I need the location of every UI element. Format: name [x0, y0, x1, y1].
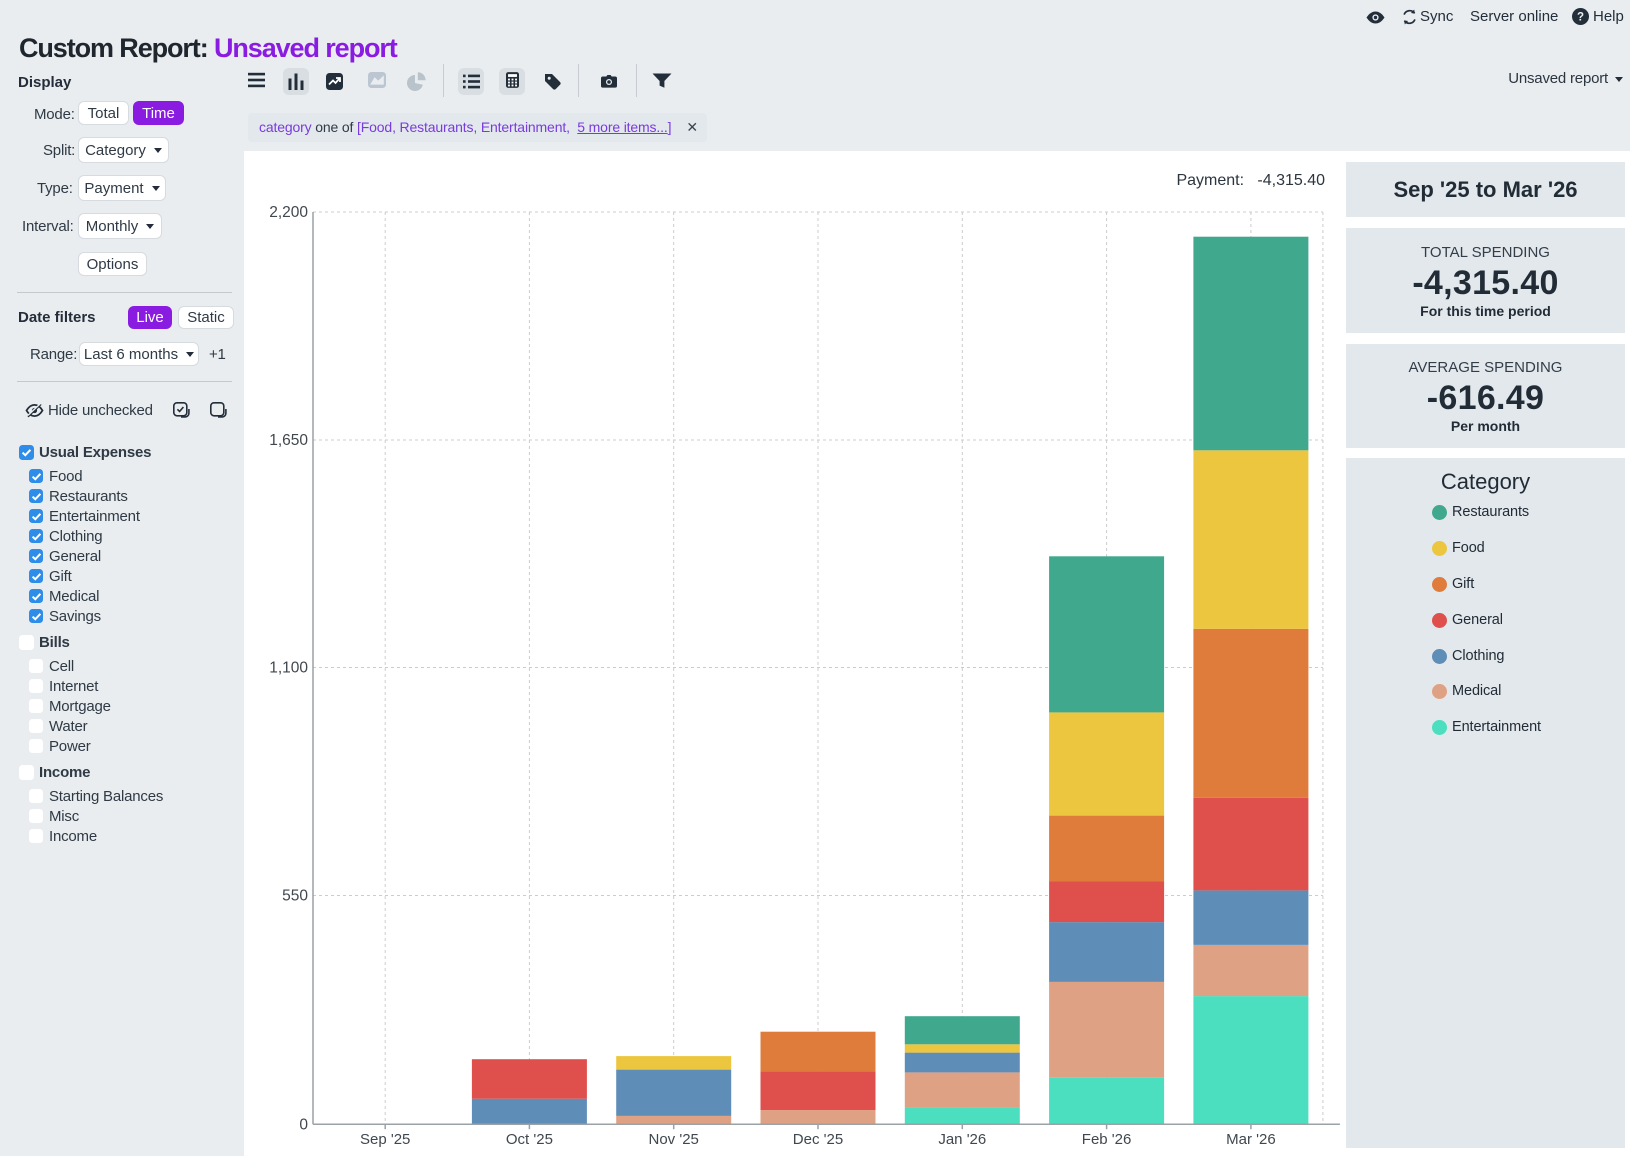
svg-text:Dec '25: Dec '25 — [793, 1131, 843, 1148]
svg-text:0: 0 — [299, 1116, 308, 1133]
svg-text:Feb '26: Feb '26 — [1082, 1131, 1132, 1148]
svg-text:Sep '25: Sep '25 — [360, 1131, 410, 1148]
svg-text:1,650: 1,650 — [269, 432, 308, 449]
svg-text:?: ? — [1577, 12, 1584, 24]
svg-text:Nov '25: Nov '25 — [649, 1131, 699, 1148]
svg-text:Mar '26: Mar '26 — [1226, 1131, 1276, 1148]
svg-text:1,100: 1,100 — [269, 660, 308, 677]
svg-text:Oct '25: Oct '25 — [506, 1131, 553, 1148]
svg-text:Jan '26: Jan '26 — [938, 1131, 986, 1148]
svg-text:550: 550 — [282, 888, 308, 905]
svg-text:2,200: 2,200 — [269, 204, 308, 221]
